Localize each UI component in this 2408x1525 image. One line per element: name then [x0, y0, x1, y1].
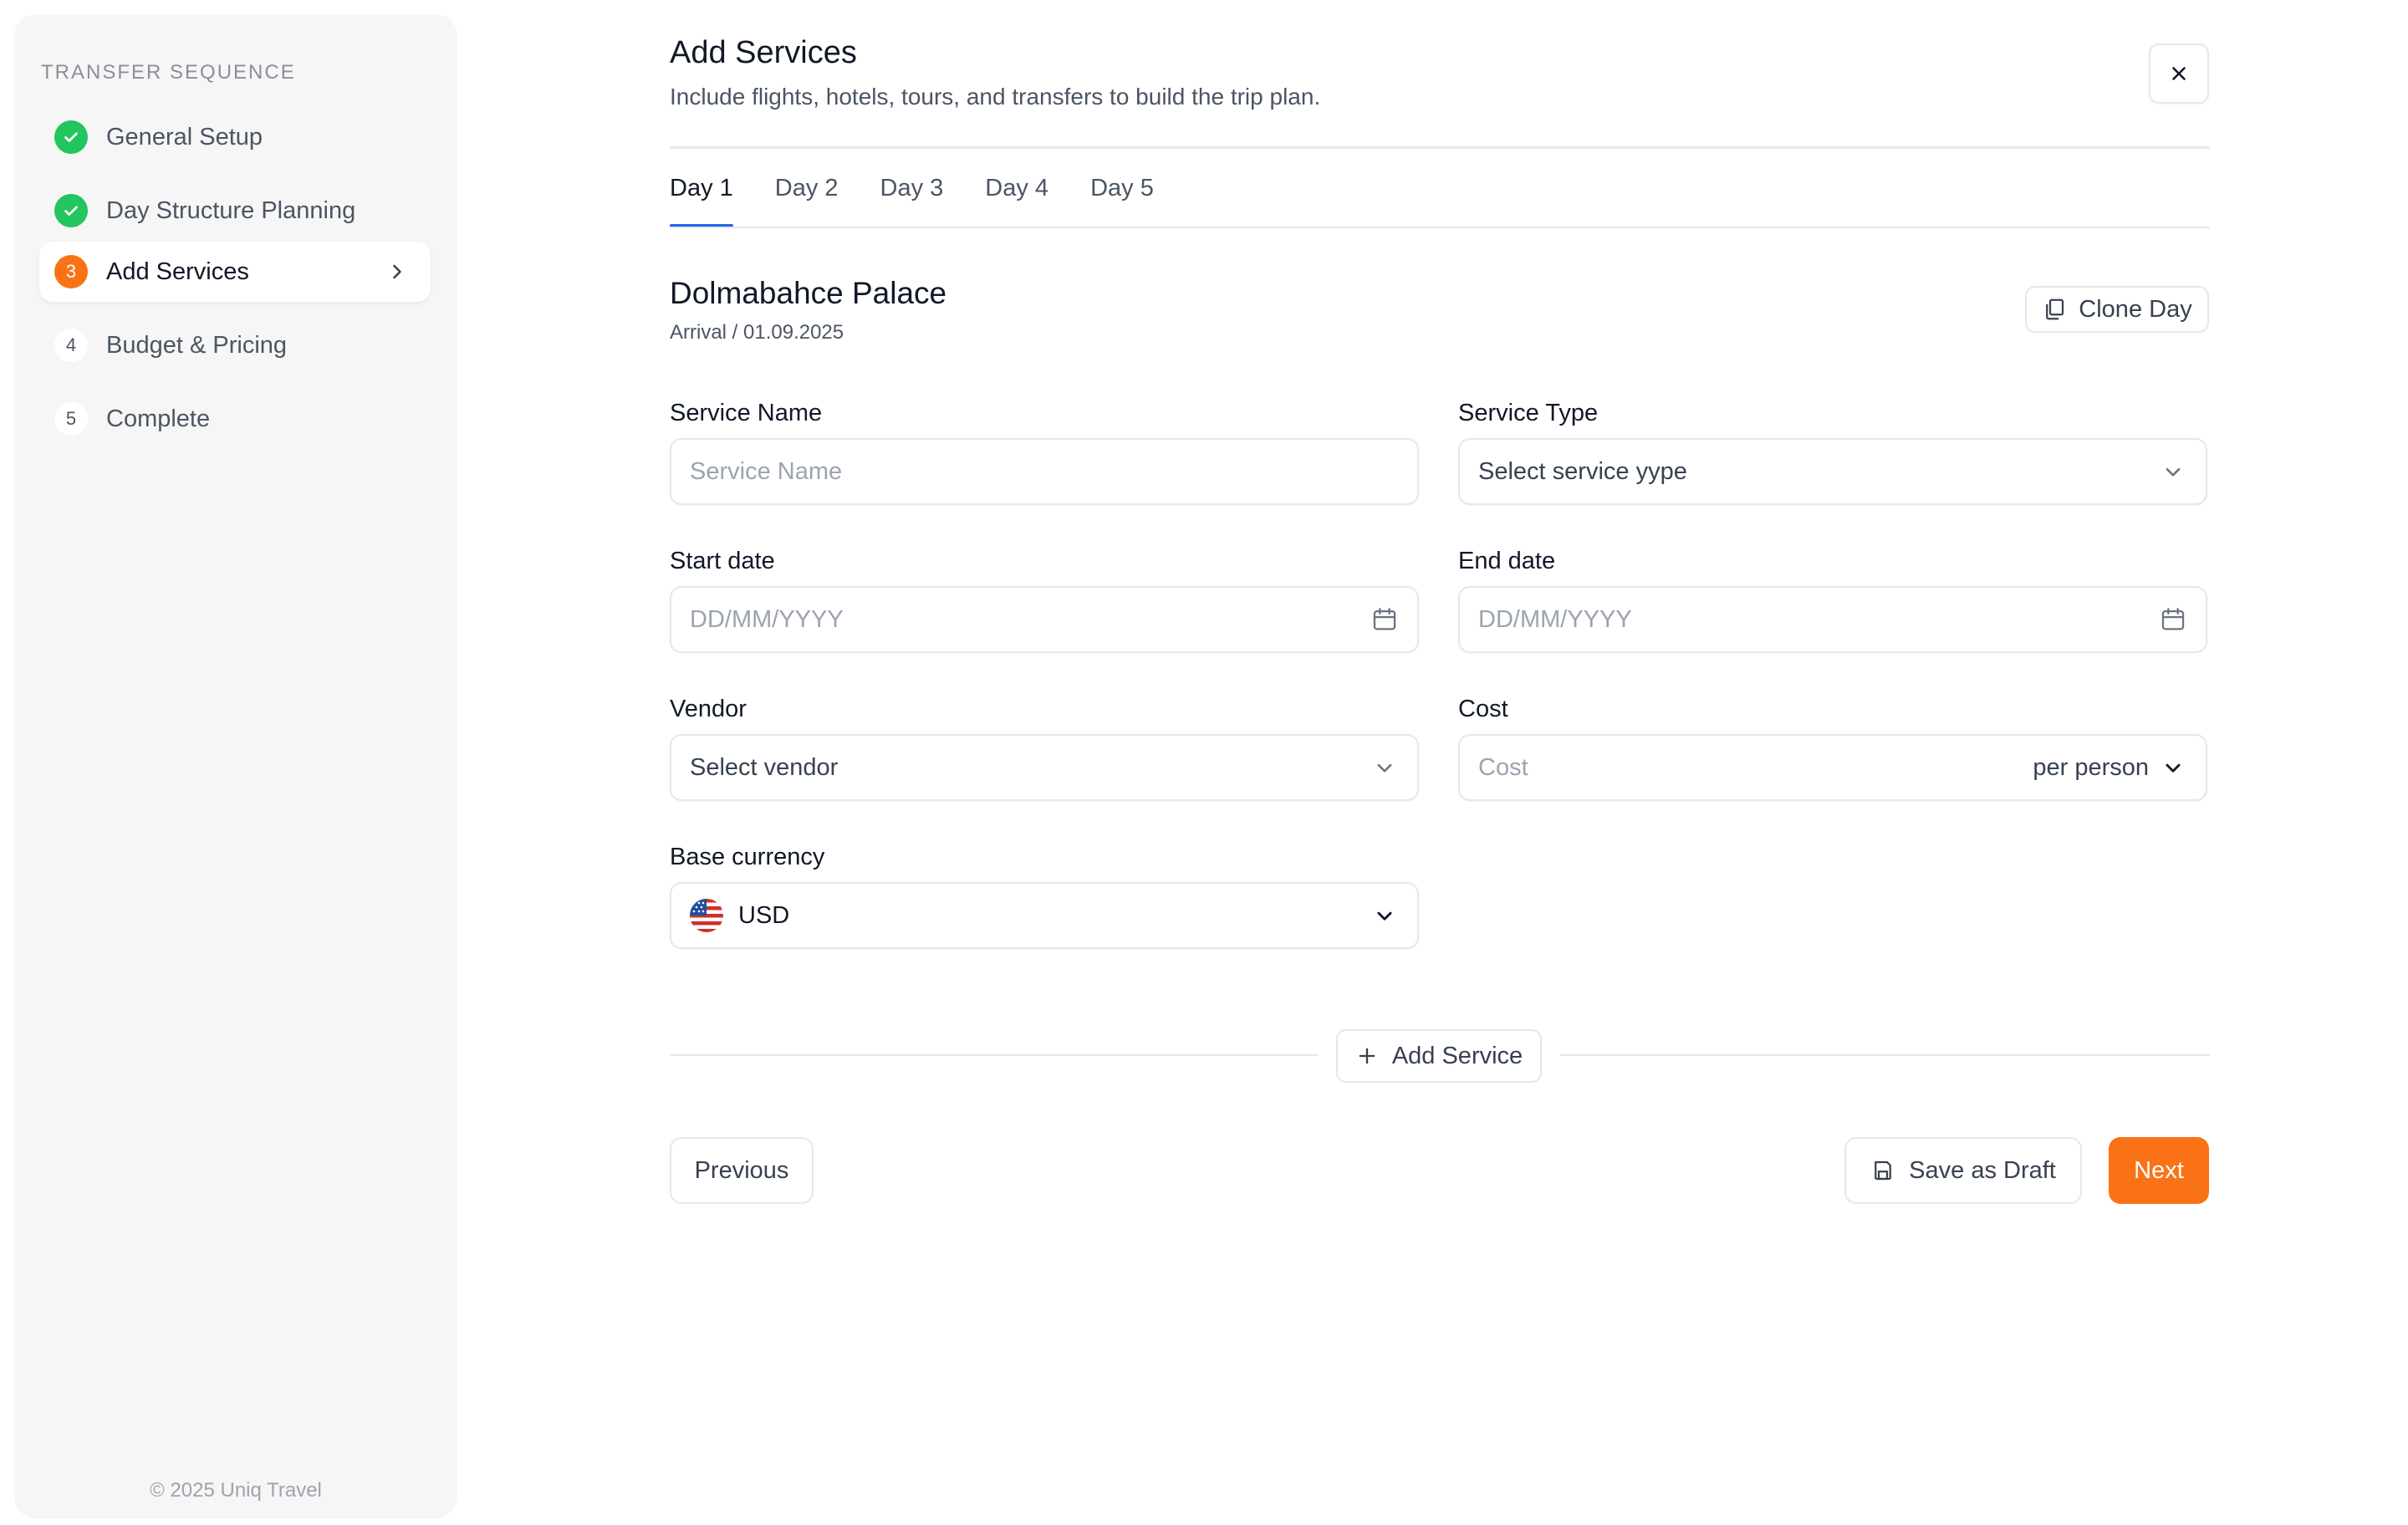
sidebar-step-label: Day Structure Planning — [106, 196, 356, 224]
plus-icon — [1359, 1048, 1375, 1064]
clone-day-button[interactable]: Clone Day — [2025, 286, 2209, 333]
add-service-divider-right — [1560, 1054, 2210, 1056]
chevron-down-icon — [1377, 763, 1392, 773]
end-date-label: End date — [1458, 548, 1556, 574]
tab-day-2[interactable]: Day 2 — [775, 167, 839, 227]
tab-day-1[interactable]: Day 1 — [670, 167, 733, 227]
step-number-badge: 5 — [54, 402, 88, 436]
chevron-down-icon — [2166, 467, 2181, 477]
service-name-field[interactable] — [670, 438, 1419, 505]
start-date-label: Start date — [670, 548, 775, 574]
us-flag-icon — [690, 899, 723, 932]
sidebar-step-label: Add Services — [106, 258, 249, 285]
step-number-badge: 4 — [54, 329, 88, 362]
sidebar-step-budget-pricing[interactable]: 4 Budget & Pricing — [39, 315, 431, 375]
calendar-icon[interactable] — [2159, 605, 2187, 634]
day-title: Dolmabahce Palace — [670, 276, 947, 310]
save-draft-label: Save as Draft — [1909, 1156, 2056, 1184]
base-currency-label: Base currency — [670, 844, 825, 870]
service-type-label: Service Type — [1458, 400, 1599, 426]
cost-label: Cost — [1458, 696, 1508, 722]
base-currency-select[interactable]: USD — [670, 882, 1419, 949]
base-currency-value: USD — [738, 901, 790, 929]
service-type-value: Select service yype — [1478, 457, 1687, 485]
sidebar-step-label: Complete — [106, 405, 211, 432]
tab-day-3[interactable]: Day 3 — [880, 167, 944, 227]
previous-button[interactable]: Previous — [670, 1137, 814, 1204]
vendor-value: Select vendor — [690, 753, 839, 781]
service-type-select[interactable]: Select service yype — [1458, 438, 2207, 505]
end-date-field[interactable] — [1458, 586, 2207, 653]
day-tabs: Day 1 Day 2 Day 3 Day 4 Day 5 — [670, 167, 1196, 227]
sidebar-step-add-services[interactable]: 3 Add Services — [39, 242, 431, 302]
sidebar-step-day-structure[interactable]: Day Structure Planning — [39, 181, 431, 241]
tab-day-4[interactable]: Day 4 — [985, 167, 1048, 227]
save-icon — [1875, 1160, 1892, 1181]
sidebar: TRANSFER SEQUENCE General Setup Day Stru… — [14, 14, 457, 1518]
end-date-input[interactable] — [1478, 605, 2159, 634]
cost-field[interactable]: per person — [1458, 734, 2207, 801]
check-icon — [54, 120, 88, 154]
sidebar-step-general-setup[interactable]: General Setup — [39, 107, 431, 167]
tabs-divider — [670, 227, 2210, 228]
calendar-icon[interactable] — [1370, 605, 1399, 634]
add-service-button[interactable]: Add Service — [1336, 1029, 1542, 1083]
sidebar-heading: TRANSFER SEQUENCE — [41, 61, 296, 84]
header-divider — [670, 146, 2210, 149]
add-service-divider-left — [670, 1054, 1319, 1056]
chevron-down-icon — [1377, 911, 1392, 921]
sidebar-step-label: General Setup — [106, 123, 263, 150]
day-subtitle: Arrival / 01.09.2025 — [670, 321, 844, 344]
cost-unit-select[interactable]: per person — [2033, 754, 2149, 782]
save-draft-button[interactable]: Save as Draft — [1844, 1137, 2082, 1204]
service-name-label: Service Name — [670, 400, 823, 426]
clone-day-label: Clone Day — [2079, 295, 2192, 323]
next-button[interactable]: Next — [2109, 1137, 2209, 1204]
sidebar-step-label: Budget & Pricing — [106, 331, 288, 359]
copyright-footer: © 2025 Uniq Travel — [150, 1479, 322, 1502]
chevron-down-icon[interactable] — [2159, 753, 2187, 782]
close-button[interactable] — [2149, 43, 2209, 104]
step-number-badge: 3 — [54, 255, 88, 288]
page-subtitle: Include flights, hotels, tours, and tran… — [670, 84, 1321, 110]
vendor-label: Vendor — [670, 696, 747, 722]
check-icon — [54, 194, 88, 227]
service-name-input[interactable] — [690, 457, 1399, 486]
chevron-right-icon — [393, 264, 401, 279]
copy-icon — [2046, 298, 2064, 320]
cost-input[interactable] — [1478, 753, 2033, 782]
tab-day-5[interactable]: Day 5 — [1090, 167, 1154, 227]
start-date-field[interactable] — [670, 586, 1419, 653]
close-icon — [2172, 67, 2186, 80]
vendor-select[interactable]: Select vendor — [670, 734, 1419, 801]
sidebar-step-complete[interactable]: 5 Complete — [39, 389, 431, 449]
start-date-input[interactable] — [690, 605, 1370, 634]
add-service-label: Add Service — [1391, 1042, 1523, 1069]
page-title: Add Services — [670, 35, 857, 70]
